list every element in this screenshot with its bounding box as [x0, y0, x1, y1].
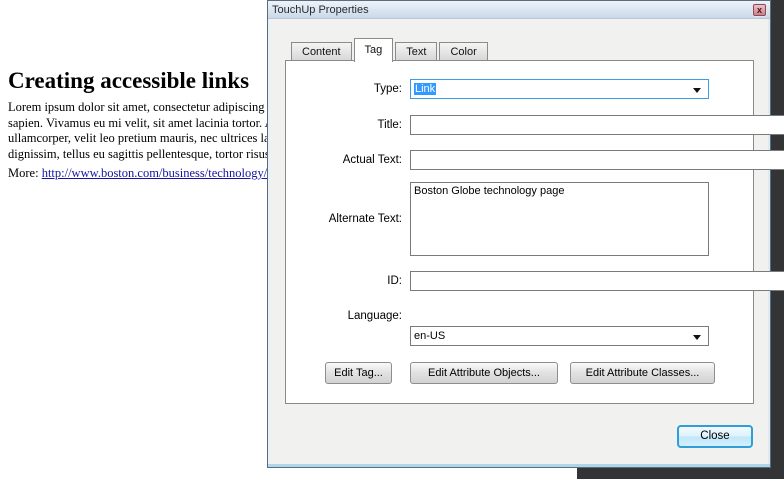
chevron-down-icon[interactable]: [693, 335, 701, 340]
document-heading: Creating accessible links: [8, 68, 249, 94]
document-hyperlink[interactable]: http://www.boston.com/business/technolog…: [42, 166, 268, 180]
touchup-properties-dialog: TouchUp Properties x Content Tag Text Co…: [267, 0, 771, 468]
close-icon[interactable]: x: [753, 4, 766, 16]
tab-tag[interactable]: Tag: [354, 38, 394, 62]
language-dropdown[interactable]: en-US: [410, 326, 709, 346]
close-button[interactable]: Close: [677, 425, 753, 448]
type-label: Type:: [286, 79, 402, 99]
type-selected-value: Link: [414, 83, 436, 95]
dialog-titlebar[interactable]: TouchUp Properties x: [268, 1, 770, 19]
id-label: ID:: [286, 271, 402, 291]
type-dropdown[interactable]: Link: [410, 79, 709, 99]
language-label: Language:: [286, 306, 402, 326]
edit-attribute-classes-button[interactable]: Edit Attribute Classes...: [570, 362, 715, 384]
alternate-text-textarea[interactable]: Boston Globe technology page: [410, 182, 709, 256]
title-label: Title:: [286, 115, 402, 135]
id-input[interactable]: [410, 271, 784, 291]
document-more-line: More: http://www.boston.com/business/tec…: [8, 166, 267, 181]
dialog-title: TouchUp Properties: [272, 4, 369, 16]
more-label: More:: [8, 166, 42, 180]
alternate-text-label: Alternate Text:: [286, 182, 402, 256]
tab-text[interactable]: Text: [395, 42, 437, 61]
edit-tag-button[interactable]: Edit Tag...: [325, 362, 392, 384]
edit-attribute-objects-button[interactable]: Edit Attribute Objects...: [410, 362, 558, 384]
title-input[interactable]: [410, 115, 784, 135]
tag-tab-panel: Type: Link Title: Actual Text: Alternate…: [285, 60, 754, 404]
tab-content[interactable]: Content: [291, 42, 352, 61]
language-selected-value: en-US: [414, 330, 445, 342]
tab-color[interactable]: Color: [439, 42, 487, 61]
chevron-down-icon[interactable]: [693, 88, 701, 93]
tab-bar: Content Tag Text Color: [291, 37, 490, 61]
actual-text-input[interactable]: [410, 150, 784, 170]
actual-text-label: Actual Text:: [286, 150, 402, 170]
